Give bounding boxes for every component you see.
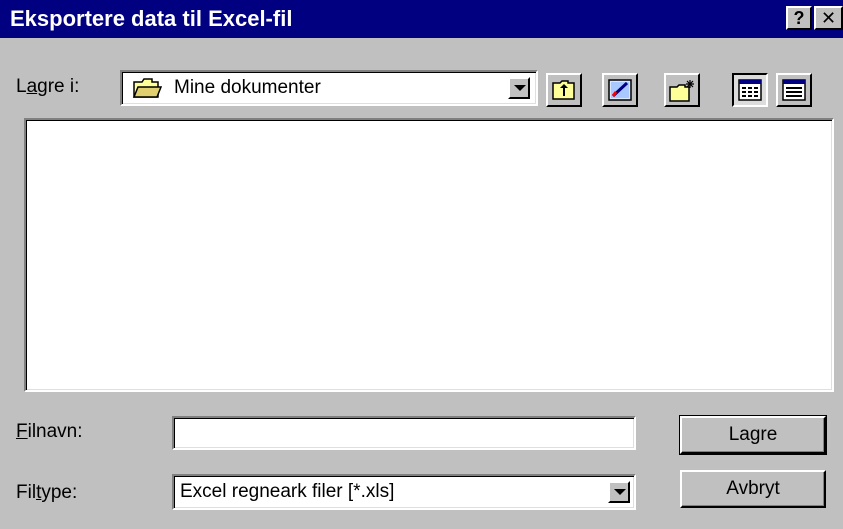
folder-up-icon: [551, 78, 577, 107]
filetype-label: Filtype:: [16, 482, 78, 503]
save-in-label: Lagre i:: [16, 76, 80, 97]
new-folder-icon: [669, 78, 697, 109]
dialog-title: Eksportere data til Excel-fil: [10, 6, 293, 31]
filetype-dropdown-button[interactable]: [608, 481, 630, 503]
close-button[interactable]: ✕: [814, 6, 843, 30]
up-one-level-button[interactable]: [546, 73, 582, 107]
folder-icon: [132, 76, 163, 105]
desktop-icon: [607, 78, 633, 107]
save-in-combobox[interactable]: Mine dokumenter: [120, 70, 538, 106]
save-in-value: Mine dokumenter: [174, 77, 321, 98]
chevron-down-icon: [514, 85, 526, 91]
cancel-button[interactable]: Avbryt: [680, 470, 826, 508]
list-view-icon: [738, 79, 762, 106]
filetype-value: Excel regneark filer [*.xls]: [180, 481, 395, 502]
filetype-combobox[interactable]: Excel regneark filer [*.xls]: [172, 474, 636, 510]
filename-input[interactable]: [172, 416, 636, 450]
title-bar[interactable]: Eksportere data til Excel-fil ? ✕: [0, 0, 843, 38]
details-view-icon: [782, 79, 806, 106]
save-in-dropdown-button[interactable]: [508, 77, 530, 99]
file-list[interactable]: [24, 118, 834, 392]
help-button[interactable]: ?: [786, 6, 812, 30]
save-button[interactable]: Lagre: [679, 415, 827, 455]
details-view-button[interactable]: [776, 73, 812, 107]
create-new-folder-button[interactable]: [664, 73, 700, 107]
list-view-button[interactable]: [732, 73, 768, 107]
desktop-button[interactable]: [602, 73, 638, 107]
export-dialog: Eksportere data til Excel-fil ? ✕ Lagre …: [0, 0, 843, 529]
chevron-down-icon: [614, 489, 626, 495]
filename-label: Filnavn:: [16, 421, 83, 442]
